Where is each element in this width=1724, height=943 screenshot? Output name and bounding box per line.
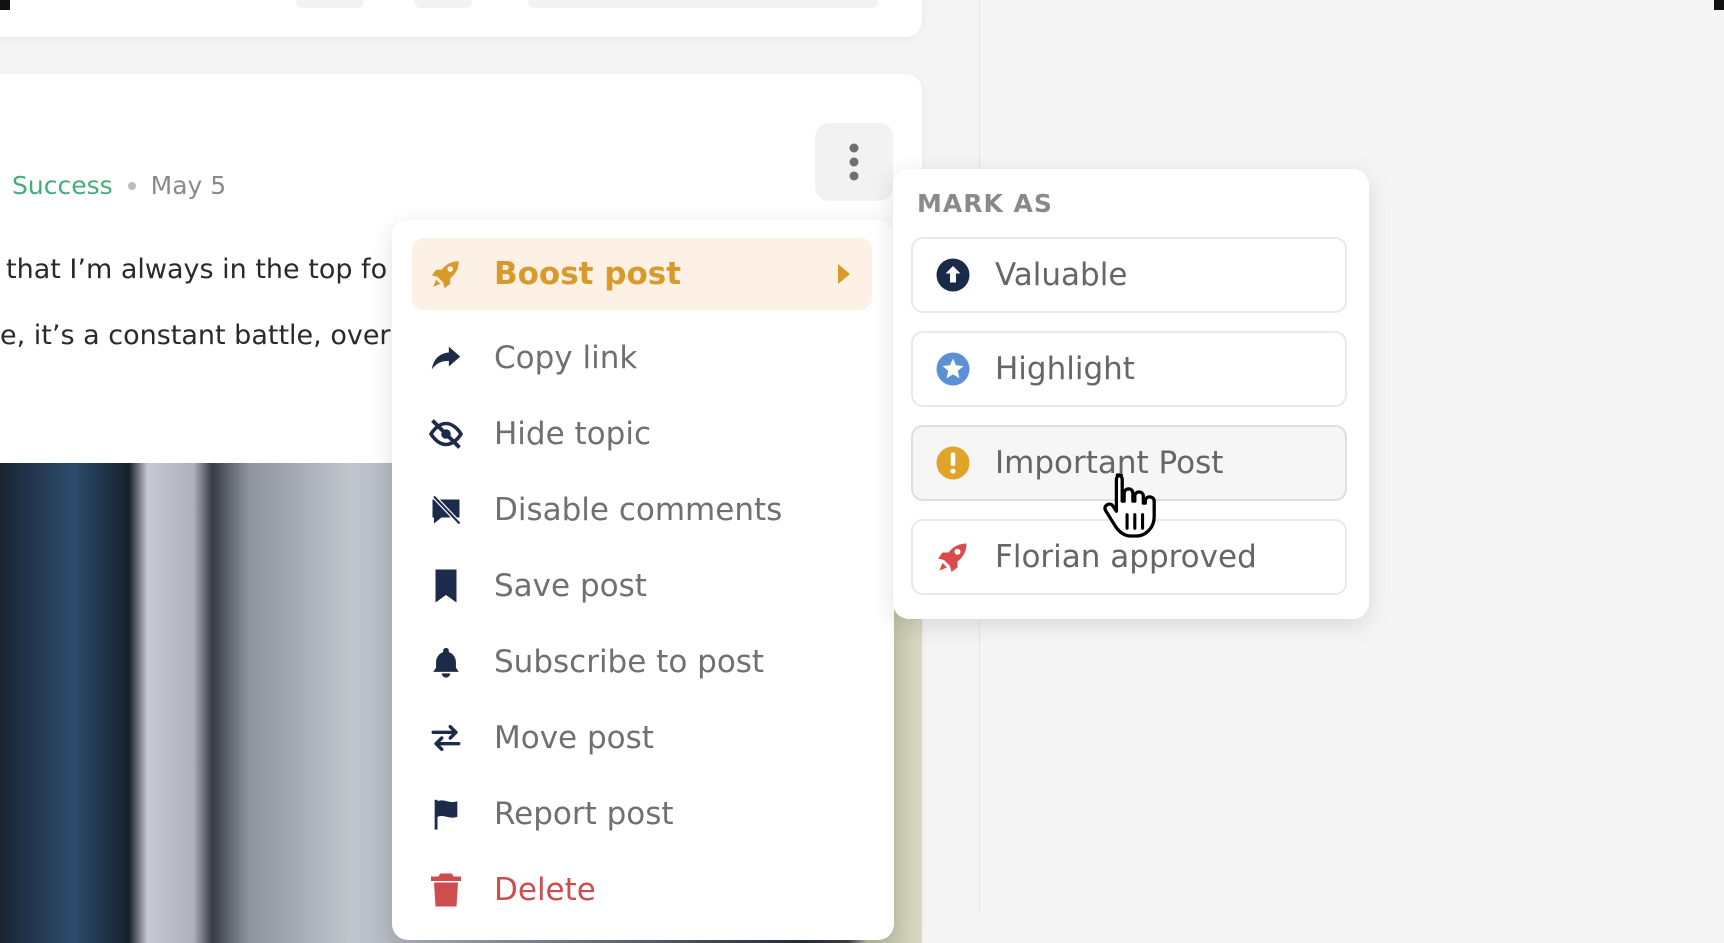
post-date: May 5 [150, 171, 227, 200]
mark-as-label: Florian approved [995, 539, 1257, 575]
menu-item-label: Move post [494, 720, 654, 756]
menu-item-move-post[interactable]: Move post [412, 702, 872, 774]
arrow-up-circle-icon [936, 258, 970, 292]
mark-as-valuable-button[interactable]: Valuable [911, 237, 1347, 313]
menu-item-subscribe-to-post[interactable]: Subscribe to post [412, 626, 872, 698]
menu-item-boost-post[interactable]: Boost post [412, 238, 872, 310]
menu-item-label: Report post [494, 796, 674, 832]
post-options-menu: Boost post Copy link Hide topic Disable … [392, 220, 894, 940]
caret-right-icon [838, 264, 850, 284]
previous-post-card [0, 0, 922, 37]
menu-item-delete[interactable]: Delete [412, 854, 872, 926]
post-body-line: e, it’s a constant battle, over [0, 320, 391, 351]
menu-item-label: Disable comments [494, 492, 783, 528]
toolbar-pill [414, 0, 472, 8]
frame-corner [1714, 0, 1724, 10]
more-vertical-icon [849, 143, 859, 181]
mark-as-label: Highlight [995, 351, 1135, 387]
share-arrow-icon [426, 338, 466, 378]
frame-corner [0, 0, 10, 10]
rocket-icon [938, 543, 967, 572]
rocket-icon [426, 254, 466, 294]
menu-item-disable-comments[interactable]: Disable comments [412, 474, 872, 546]
post-body-line: that I’m always in the top fo [6, 254, 388, 285]
comment-slash-icon [426, 490, 466, 530]
post-category[interactable]: Success [12, 171, 113, 200]
meta-separator [127, 181, 136, 190]
menu-item-label: Subscribe to post [494, 644, 765, 680]
bookmark-icon [426, 566, 466, 606]
post-meta: Success May 5 [12, 171, 226, 200]
menu-item-label: Delete [494, 872, 596, 908]
bell-icon [426, 642, 466, 682]
toolbar-pill [296, 0, 364, 8]
star-circle-icon [936, 352, 970, 386]
mark-as-highlight-button[interactable]: Highlight [911, 331, 1347, 407]
eye-slash-icon [426, 414, 466, 454]
menu-item-hide-topic[interactable]: Hide topic [412, 398, 872, 470]
mark-as-label: Valuable [995, 257, 1128, 293]
flag-icon [426, 794, 466, 834]
menu-item-label: Hide topic [494, 416, 651, 452]
toolbar-pill [528, 0, 878, 8]
post-options-button[interactable] [815, 123, 893, 201]
menu-item-label: Boost post [494, 256, 682, 292]
hand-pointer-cursor-icon [1103, 473, 1156, 538]
menu-item-report-post[interactable]: Report post [412, 778, 872, 850]
menu-item-save-post[interactable]: Save post [412, 550, 872, 622]
menu-item-copy-link[interactable]: Copy link [412, 322, 872, 394]
trash-icon [426, 870, 466, 910]
arrows-swap-icon [426, 718, 466, 758]
menu-item-label: Save post [494, 568, 647, 604]
mark-as-submenu: MARK AS Valuable Highlight Important Pos… [893, 169, 1369, 619]
mark-as-heading: MARK AS [917, 189, 1053, 218]
exclamation-circle-icon [936, 446, 970, 480]
menu-item-label: Copy link [494, 340, 638, 376]
